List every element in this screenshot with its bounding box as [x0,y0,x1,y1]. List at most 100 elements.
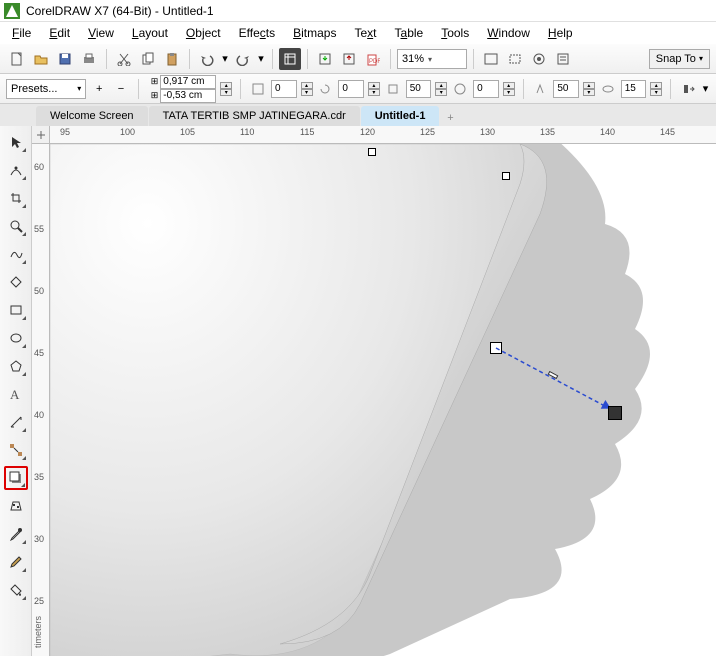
text-tool[interactable]: A [4,382,28,406]
menubar: File Edit View Layout Object Effects Bit… [0,22,716,44]
menu-text[interactable]: Text [346,24,384,42]
copy-button[interactable] [137,48,159,70]
copy-props-button[interactable] [679,79,697,99]
add-tab-button[interactable]: + [442,110,458,126]
menu-object[interactable]: Object [178,24,229,42]
value5-input[interactable]: 50 [553,80,579,98]
value3-input[interactable]: 50 [406,80,432,98]
export-button[interactable] [338,48,360,70]
rotate-icon [317,79,335,99]
spinner1[interactable]: ▴▾ [301,82,313,96]
search-button[interactable] [279,48,301,70]
dimension-tool[interactable] [4,410,28,434]
svg-text:A: A [10,387,20,401]
snap-to-dropdown[interactable]: Snap To ▾ [649,49,710,69]
preset-add-button[interactable]: + [90,79,108,99]
menu-edit[interactable]: Edit [41,24,78,42]
separator [523,79,524,99]
ruler-origin[interactable] [32,126,50,144]
redo-button[interactable] [232,48,254,70]
spinner5[interactable]: ▴▾ [583,82,595,96]
transparency-tool[interactable] [4,494,28,518]
horizontal-ruler[interactable]: 95 100 105 110 115 120 125 130 135 140 1… [50,126,716,144]
fullscreen-button[interactable] [480,48,502,70]
titlebar: CorelDRAW X7 (64-Bit) - Untitled-1 [0,0,716,22]
freehand-tool[interactable] [4,242,28,266]
drop-shadow-tool[interactable] [4,466,28,490]
preview-button[interactable] [504,48,526,70]
presets-combo[interactable]: Presets... ▾ [6,79,86,99]
tab-untitled[interactable]: Untitled-1 [361,106,440,126]
spinner2[interactable]: ▴▾ [368,82,380,96]
zoom-level[interactable]: 31% [397,49,467,69]
x-position-input[interactable]: 0,917 cm [160,75,216,89]
menu-layout[interactable]: Layout [124,24,176,42]
clear-props-button[interactable]: ▾ [701,79,710,99]
standard-toolbar: ▾ ▾ PDF 31% Snap To ▾ [0,44,716,74]
menu-tools[interactable]: Tools [433,24,477,42]
separator [307,49,308,69]
separator [240,79,241,99]
redo-dropdown[interactable]: ▾ [256,48,266,70]
app-icon [4,3,20,19]
show-rulers-button[interactable] [528,48,550,70]
value2-input[interactable]: 0 [338,80,364,98]
position-spinner[interactable]: ▴▾ [220,82,232,96]
preset-remove-button[interactable]: − [112,79,130,99]
cut-button[interactable] [113,48,135,70]
skew-icon [451,79,469,99]
eyedropper-tool[interactable] [4,522,28,546]
separator [138,79,139,99]
outline-tool[interactable] [4,550,28,574]
paste-button[interactable] [161,48,183,70]
workspace: A 95 100 105 110 115 120 125 130 135 140… [0,126,716,656]
value1-input[interactable]: 0 [271,80,297,98]
spinner6[interactable]: ▴▾ [650,82,662,96]
value6-input[interactable]: 15 [621,80,647,98]
menu-effects[interactable]: Effects [231,24,283,42]
menu-bitmaps[interactable]: Bitmaps [285,24,344,42]
open-button[interactable] [30,48,52,70]
shape-tool[interactable] [4,158,28,182]
menu-file[interactable]: File [4,24,39,42]
drawing-canvas[interactable] [50,144,716,656]
selection-handle-right[interactable] [502,172,510,180]
document-tabs: Welcome Screen TATA TERTIB SMP JATINEGAR… [0,104,716,126]
menu-window[interactable]: Window [479,24,538,42]
undo-dropdown[interactable]: ▾ [220,48,230,70]
crop-tool[interactable] [4,186,28,210]
import-button[interactable] [314,48,336,70]
ruler-unit-label: timeters [33,616,43,648]
undo-button[interactable] [196,48,218,70]
connector-tool[interactable] [4,438,28,462]
separator [473,49,474,69]
x-icon: ⊞ [151,76,159,87]
spinner4[interactable]: ▴▾ [503,82,515,96]
menu-table[interactable]: Table [387,24,432,42]
y-icon: ⊞ [151,90,159,101]
angle-icon [249,79,267,99]
tab-file[interactable]: TATA TERTIB SMP JATINEGARA.cdr [149,106,360,126]
polygon-tool[interactable] [4,354,28,378]
tab-welcome[interactable]: Welcome Screen [36,106,148,126]
spinner3[interactable]: ▴▾ [435,82,447,96]
options-button[interactable] [552,48,574,70]
value4-input[interactable]: 0 [473,80,499,98]
y-position-input[interactable]: -0,53 cm [160,89,216,103]
zoom-tool[interactable] [4,214,28,238]
print-button[interactable] [78,48,100,70]
menu-view[interactable]: View [80,24,122,42]
menu-help[interactable]: Help [540,24,581,42]
rectangle-tool[interactable] [4,298,28,322]
ellipse-tool[interactable] [4,326,28,350]
vertical-ruler[interactable]: 60 55 50 45 40 35 30 25 timeters [32,144,50,656]
save-button[interactable] [54,48,76,70]
pick-tool[interactable] [4,130,28,154]
selection-handle-top[interactable] [368,148,376,156]
canvas-area: 95 100 105 110 115 120 125 130 135 140 1… [32,126,716,656]
publish-button[interactable]: PDF [362,48,384,70]
smart-drawing-tool[interactable] [4,270,28,294]
shadow-end-handle[interactable] [608,406,622,420]
fill-tool[interactable] [4,578,28,602]
new-button[interactable] [6,48,28,70]
